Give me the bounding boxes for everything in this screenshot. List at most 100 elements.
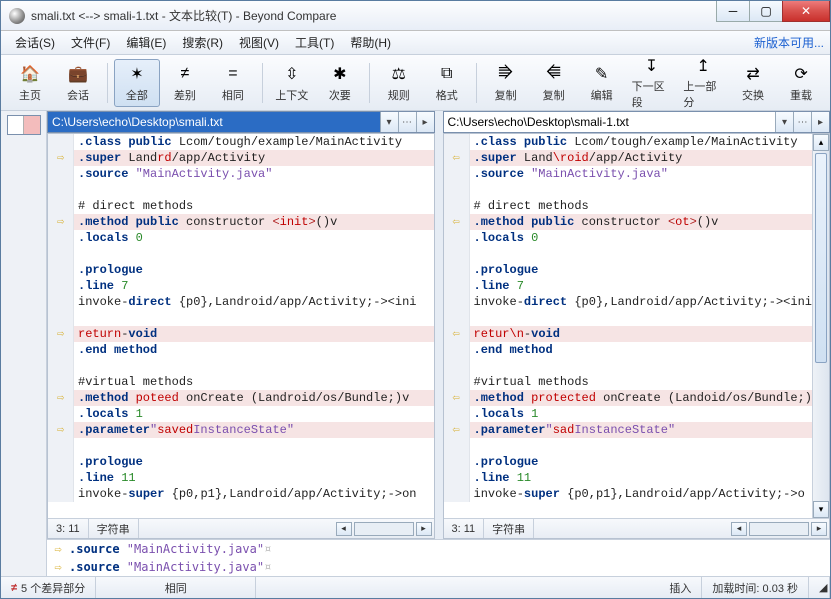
code-line[interactable]: .line 11 <box>48 470 434 486</box>
code-line[interactable]: invoke-super {p0,p1},Landroid/app/Activi… <box>444 486 813 502</box>
prevpart-icon: ↥ <box>692 56 714 76</box>
left-hscroll[interactable]: ◂▸ <box>334 522 434 536</box>
code-line[interactable]: .source "MainActivity.java" <box>444 166 813 182</box>
code-line[interactable]: .line 7 <box>444 278 813 294</box>
code-line[interactable]: ⇨.method poteed onCreate (Landroid/os/Bu… <box>48 390 434 406</box>
toolbar-context[interactable]: ⇳上下文 <box>269 59 315 107</box>
menu-会话(S)[interactable]: 会话(S) <box>7 32 63 53</box>
code-line[interactable]: .prologue <box>48 454 434 470</box>
left-path-open[interactable]: ▸ <box>416 112 434 132</box>
right-path-browse[interactable]: ⋯ <box>793 112 811 132</box>
code-line[interactable] <box>48 438 434 454</box>
toolbar-format[interactable]: ⧉格式 <box>424 59 470 107</box>
overview-thumbnail[interactable] <box>7 115 41 135</box>
toolbar-edit[interactable]: ✎编辑 <box>579 59 625 107</box>
code-line[interactable]: .locals 0 <box>444 230 813 246</box>
code-line[interactable]: .locals 0 <box>48 230 434 246</box>
left-path-browse[interactable]: ⋯ <box>398 112 416 132</box>
vertical-scrollbar[interactable]: ▴▾ <box>812 134 829 518</box>
new-version-link[interactable]: 新版本可用... <box>754 34 824 51</box>
code-line[interactable]: .class public Lcom/tough/example/MainAct… <box>48 134 434 150</box>
workarea: ▾ ⋯ ▸ ▾ ⋯ ▸ .class public Lcom/tough/exa… <box>1 111 830 576</box>
code-line[interactable] <box>48 246 434 262</box>
code-line[interactable]: ⇨.super Landrd/app/Activity <box>48 150 434 166</box>
code-line[interactable]: # direct methods <box>48 198 434 214</box>
maximize-button[interactable]: ▢ <box>749 0 783 22</box>
code-line[interactable]: .line 7 <box>48 278 434 294</box>
toolbar-same[interactable]: =相同 <box>210 59 256 107</box>
resize-grip[interactable]: ◢ <box>809 577 830 598</box>
code-line[interactable] <box>48 182 434 198</box>
code-line[interactable]: .class public Lcom/tough/example/MainAct… <box>444 134 813 150</box>
code-line[interactable]: ⇦.method public constructor <ot>()v <box>444 214 813 230</box>
code-line[interactable]: #virtual methods <box>444 374 813 390</box>
titlebar[interactable]: smali.txt <--> smali-1.txt - 文本比较(T) - B… <box>1 1 830 31</box>
code-line[interactable]: ⇨.parameter"savedInstanceState" <box>48 422 434 438</box>
code-line[interactable]: invoke-direct {p0},Landroid/app/Activity… <box>444 294 813 310</box>
code-line[interactable]: # direct methods <box>444 198 813 214</box>
toolbar-copyR[interactable]: ⭅复制 <box>531 59 577 107</box>
code-line[interactable] <box>444 358 813 374</box>
bottom-diff-line[interactable]: ⇨.source "MainActivity.java"¤ <box>47 540 830 558</box>
right-code[interactable]: .class public Lcom/tough/example/MainAct… <box>444 134 813 502</box>
toolbar-prevpart[interactable]: ↥上一部分 <box>678 59 728 107</box>
toolbar-nextsec[interactable]: ↧下一区段 <box>627 59 677 107</box>
toolbar-diffs[interactable]: ≠差别 <box>162 59 208 107</box>
code-line[interactable]: invoke-super {p0,p1},Landroid/app/Activi… <box>48 486 434 502</box>
toolbar-home[interactable]: 🏠主页 <box>7 59 53 107</box>
code-line[interactable]: .prologue <box>48 262 434 278</box>
code-line[interactable] <box>444 246 813 262</box>
menu-编辑(E)[interactable]: 编辑(E) <box>118 32 174 53</box>
menu-工具(T)[interactable]: 工具(T) <box>287 32 342 53</box>
code-line[interactable]: .prologue <box>444 454 813 470</box>
toolbar-copyL[interactable]: ⭆复制 <box>483 59 529 107</box>
close-button[interactable]: ✕ <box>782 0 830 22</box>
left-path-dropdown[interactable]: ▾ <box>380 112 398 132</box>
right-cursor-pos: 3: 11 <box>444 519 485 538</box>
toolbar-all[interactable]: ✶全部 <box>114 59 160 107</box>
code-line[interactable] <box>444 182 813 198</box>
toolbar-rules[interactable]: ⚖规则 <box>376 59 422 107</box>
sidebar <box>1 111 47 576</box>
code-line[interactable]: .locals 1 <box>48 406 434 422</box>
code-line[interactable]: invoke-direct {p0},Landroid/app/Activity… <box>48 294 434 310</box>
right-path-input[interactable] <box>444 112 776 132</box>
right-hscroll[interactable]: ◂▸ <box>729 522 829 536</box>
code-line[interactable] <box>48 358 434 374</box>
code-line[interactable]: .end method <box>444 342 813 358</box>
minor-icon: ✱ <box>329 63 351 85</box>
minimize-button[interactable]: ─ <box>716 0 750 22</box>
menu-视图(V)[interactable]: 视图(V) <box>231 32 287 53</box>
right-token-kind: 字符串 <box>484 519 534 538</box>
window-title: smali.txt <--> smali-1.txt - 文本比较(T) - B… <box>31 7 830 24</box>
right-pane: .class public Lcom/tough/example/MainAct… <box>443 133 831 539</box>
toolbar-swap[interactable]: ⇄交换 <box>730 59 776 107</box>
right-path-dropdown[interactable]: ▾ <box>775 112 793 132</box>
code-line[interactable]: ⇦.parameter"sadInstanceState" <box>444 422 813 438</box>
menu-帮助(H)[interactable]: 帮助(H) <box>342 32 399 53</box>
code-line[interactable] <box>444 438 813 454</box>
code-line[interactable]: .end method <box>48 342 434 358</box>
code-line[interactable]: ⇨return-void <box>48 326 434 342</box>
code-line[interactable]: .prologue <box>444 262 813 278</box>
code-line[interactable]: #virtual methods <box>48 374 434 390</box>
same-icon: = <box>222 63 244 85</box>
toolbar-minor[interactable]: ✱次要 <box>317 59 363 107</box>
left-code[interactable]: .class public Lcom/tough/example/MainAct… <box>48 134 434 502</box>
code-line[interactable]: .source "MainActivity.java" <box>48 166 434 182</box>
code-line[interactable]: ⇦retur\n-void <box>444 326 813 342</box>
menu-搜索(R)[interactable]: 搜索(R) <box>174 32 231 53</box>
left-path-input[interactable] <box>48 112 380 132</box>
bottom-diff-line[interactable]: ⇨.source "MainActivity.java"¤ <box>47 558 830 576</box>
code-line[interactable] <box>444 310 813 326</box>
right-path-open[interactable]: ▸ <box>811 112 829 132</box>
code-line[interactable]: .line 11 <box>444 470 813 486</box>
code-line[interactable]: ⇨.method public constructor <init>()v <box>48 214 434 230</box>
toolbar-reload[interactable]: ⟳重载 <box>778 59 824 107</box>
menu-文件(F)[interactable]: 文件(F) <box>63 32 118 53</box>
code-line[interactable]: ⇦.method protected onCreate (Landoid/os/… <box>444 390 813 406</box>
code-line[interactable]: ⇦.super Land\roid/app/Activity <box>444 150 813 166</box>
code-line[interactable]: .locals 1 <box>444 406 813 422</box>
toolbar-sessions[interactable]: 💼会话 <box>55 59 101 107</box>
code-line[interactable] <box>48 310 434 326</box>
